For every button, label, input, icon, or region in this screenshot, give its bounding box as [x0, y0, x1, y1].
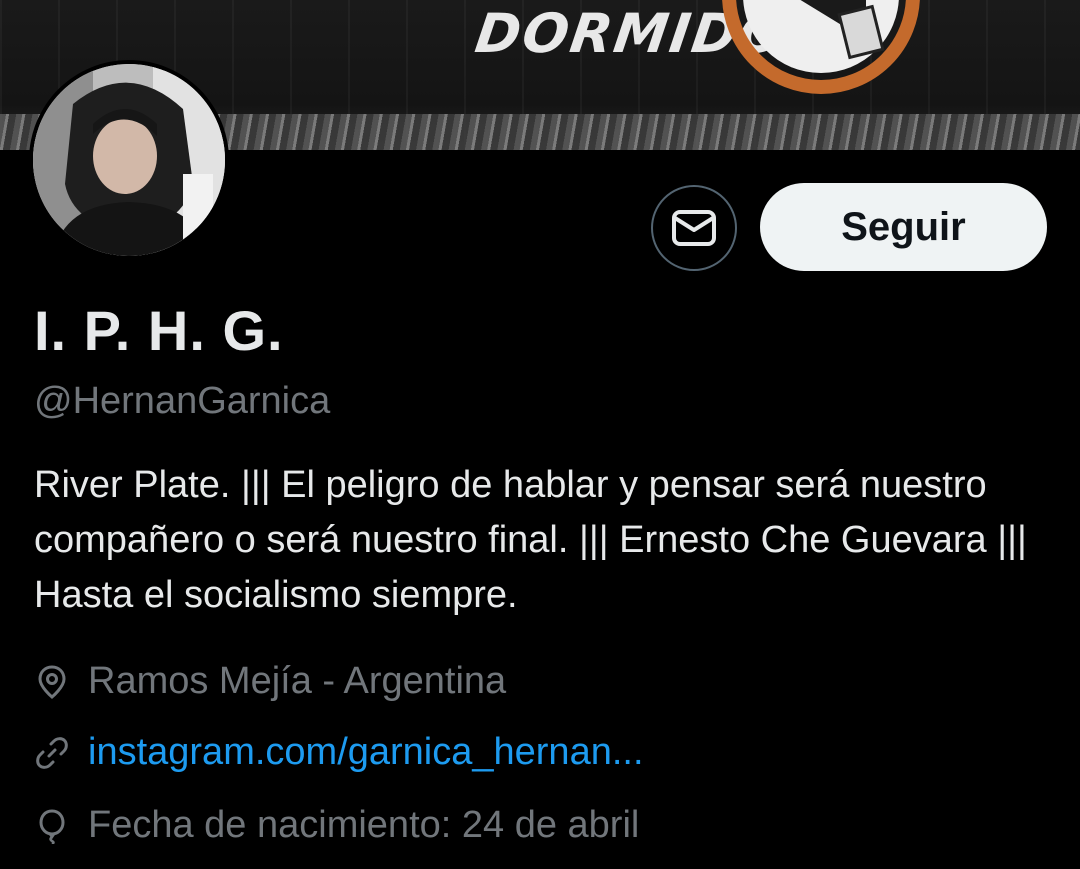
birthday-row: Fecha de nacimiento: 24 de abril — [34, 804, 639, 847]
banner-emblem-graphic — [722, 0, 920, 94]
avatar-image — [33, 64, 225, 256]
map-pin-icon — [38, 664, 66, 699]
website-link[interactable]: instagram.com/garnica_hernan... — [88, 731, 644, 774]
user-handle: @HernanGarnica — [34, 380, 331, 422]
profile-bio: River Plate. ||| El peligro de hablar y … — [34, 464, 1027, 616]
website-row[interactable]: instagram.com/garnica_hernan... — [34, 731, 644, 774]
birthday-text: Fecha de nacimiento: 24 de abril — [88, 804, 640, 846]
profile-avatar[interactable] — [29, 60, 229, 260]
location-text: Ramos Mejía - Argentina — [88, 660, 507, 702]
link-icon — [36, 736, 68, 769]
balloon-icon — [39, 808, 65, 844]
message-button[interactable] — [651, 185, 737, 271]
display-name: I. P. H. G. — [34, 299, 284, 362]
location-row: Ramos Mejía - Argentina — [34, 660, 506, 703]
envelope-icon — [672, 210, 716, 246]
follow-button[interactable]: Seguir — [760, 183, 1047, 271]
